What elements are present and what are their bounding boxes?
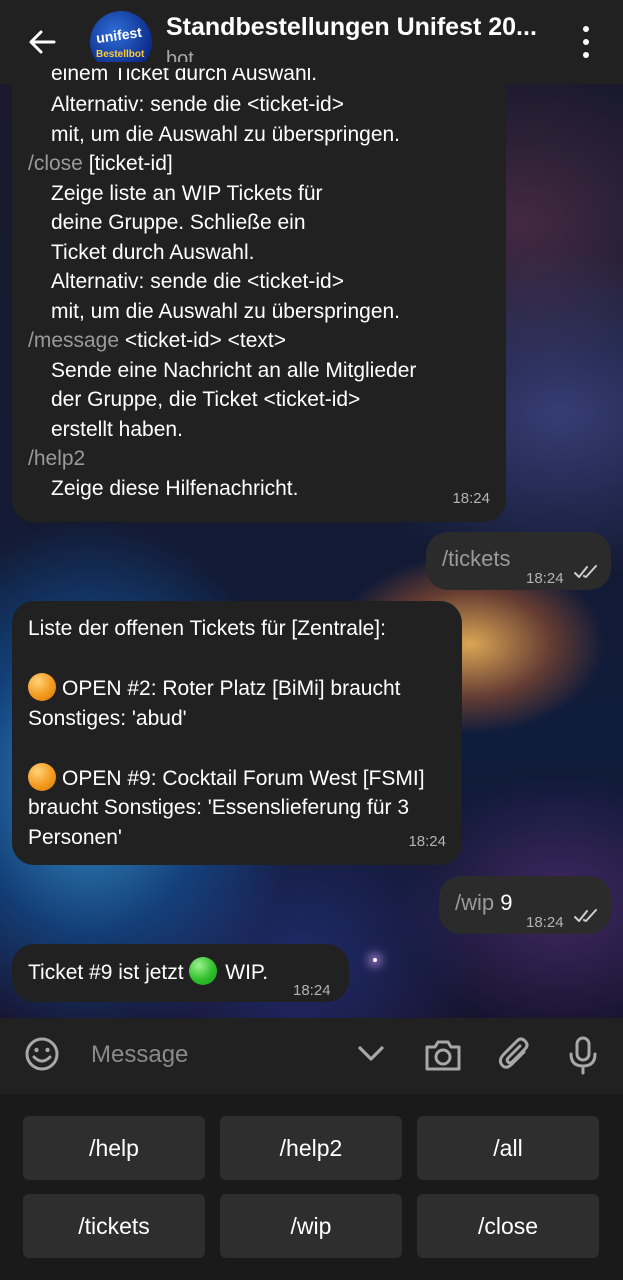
arrow-left-icon	[29, 30, 56, 54]
help-text-line: Zeige liste an WIP Tickets für	[51, 181, 323, 205]
message-time: 18:24	[452, 489, 490, 507]
wallpaper-star	[373, 958, 377, 962]
command-link[interactable]: /message	[28, 329, 119, 352]
help-text-line: mit, um die Auswahl zu überspringen.	[51, 122, 401, 146]
outgoing-message[interactable]: /wip 9 18:24	[439, 876, 611, 934]
more-vertical-icon-dot	[583, 39, 589, 45]
chevron-down-icon[interactable]	[356, 1036, 386, 1072]
help-text-line: Ticket durch Auswahl.	[51, 240, 255, 264]
command-link[interactable]: /tickets	[442, 544, 510, 574]
ticket-line: OPEN #9: Cocktail Forum West [FSMI]	[62, 766, 425, 790]
more-menu-button[interactable]	[571, 26, 601, 58]
help-text-line: Zeige diese Hilfenachricht.	[51, 476, 299, 500]
help-text-line: Alternativ: sende die <ticket-id>	[51, 93, 344, 116]
command-link[interactable]: /wip	[455, 890, 494, 915]
ticket-list-message[interactable]: Liste der offenen Tickets für [Zentrale]…	[12, 601, 462, 865]
keyboard-button-help2[interactable]: /help2	[220, 1116, 402, 1180]
help-text-line: erstellt haben.	[51, 417, 183, 441]
emoji-icon[interactable]	[24, 1036, 60, 1072]
help-text-line: einem Ticket durch Auswahl.	[51, 68, 318, 85]
message-time: 18:24	[293, 982, 331, 999]
orange-circle-icon	[28, 673, 56, 701]
wip-reply-text: Ticket #9 ist jetzt	[28, 961, 190, 984]
ticket-list-heading: Liste der offenen Tickets für [Zentrale]…	[28, 617, 386, 640]
bot-keyboard: /help /help2 /all /tickets /wip /close	[0, 1094, 623, 1280]
message-time: 18:24	[408, 832, 446, 850]
command-arg: <ticket-id> <text>	[119, 329, 286, 352]
ticket-line: Personen'	[28, 825, 122, 849]
wip-reply-text: WIP.	[219, 961, 269, 984]
help-text-line: der Gruppe, die Ticket <ticket-id>	[51, 388, 361, 411]
command-arg: 9	[494, 890, 513, 915]
keyboard-button-all[interactable]: /all	[417, 1116, 599, 1180]
keyboard-button-wip[interactable]: /wip	[220, 1194, 402, 1258]
double-check-icon	[574, 909, 597, 922]
command-link[interactable]: /close	[28, 152, 83, 175]
message-input[interactable]: Message	[91, 1041, 188, 1069]
help-message[interactable]: einem Ticket durch Auswahl. Alternativ: …	[12, 62, 506, 522]
help-text-line: Alternativ: sende die <ticket-id>	[51, 270, 344, 293]
more-vertical-icon-dot	[583, 52, 589, 58]
chat-title: Standbestellungen Unifest 20...	[166, 13, 537, 41]
double-check-icon	[574, 565, 597, 578]
avatar-logo-subtext: Bestellbot	[96, 49, 145, 60]
more-vertical-icon	[583, 26, 589, 32]
keyboard-button-help[interactable]: /help	[23, 1116, 205, 1180]
camera-icon[interactable]	[423, 1036, 463, 1074]
help-text-line: deine Gruppe. Schließe ein	[51, 211, 306, 234]
keyboard-button-tickets[interactable]: /tickets	[23, 1194, 205, 1258]
command-link[interactable]: /help2	[28, 447, 85, 470]
ticket-line: braucht Sonstiges: 'Essenslieferung für …	[28, 796, 410, 819]
microphone-icon[interactable]	[568, 1036, 598, 1076]
message-input-bar: Message	[0, 1018, 623, 1094]
green-circle-icon	[189, 957, 218, 985]
keyboard-button-close[interactable]: /close	[417, 1194, 599, 1258]
orange-circle-icon	[28, 762, 56, 791]
help-text-line: Sende eine Nachricht an alle Mitglieder	[51, 358, 417, 382]
ticket-line: Sonstiges: 'abud'	[28, 706, 187, 730]
wip-reply-message[interactable]: Ticket #9 ist jetzt WIP. 18:24	[12, 944, 349, 1002]
message-time: 18:24	[526, 914, 564, 931]
command-arg: [ticket-id]	[82, 152, 173, 175]
avatar-logo-text: unifest	[95, 23, 143, 47]
outgoing-message[interactable]: /tickets 18:24	[426, 532, 611, 590]
paperclip-icon[interactable]	[497, 1036, 533, 1074]
message-time: 18:24	[526, 570, 564, 587]
help-text-line: mit, um die Auswahl zu überspringen.	[51, 299, 401, 323]
ticket-line: OPEN #2: Roter Platz [BiMi] braucht	[62, 677, 401, 700]
